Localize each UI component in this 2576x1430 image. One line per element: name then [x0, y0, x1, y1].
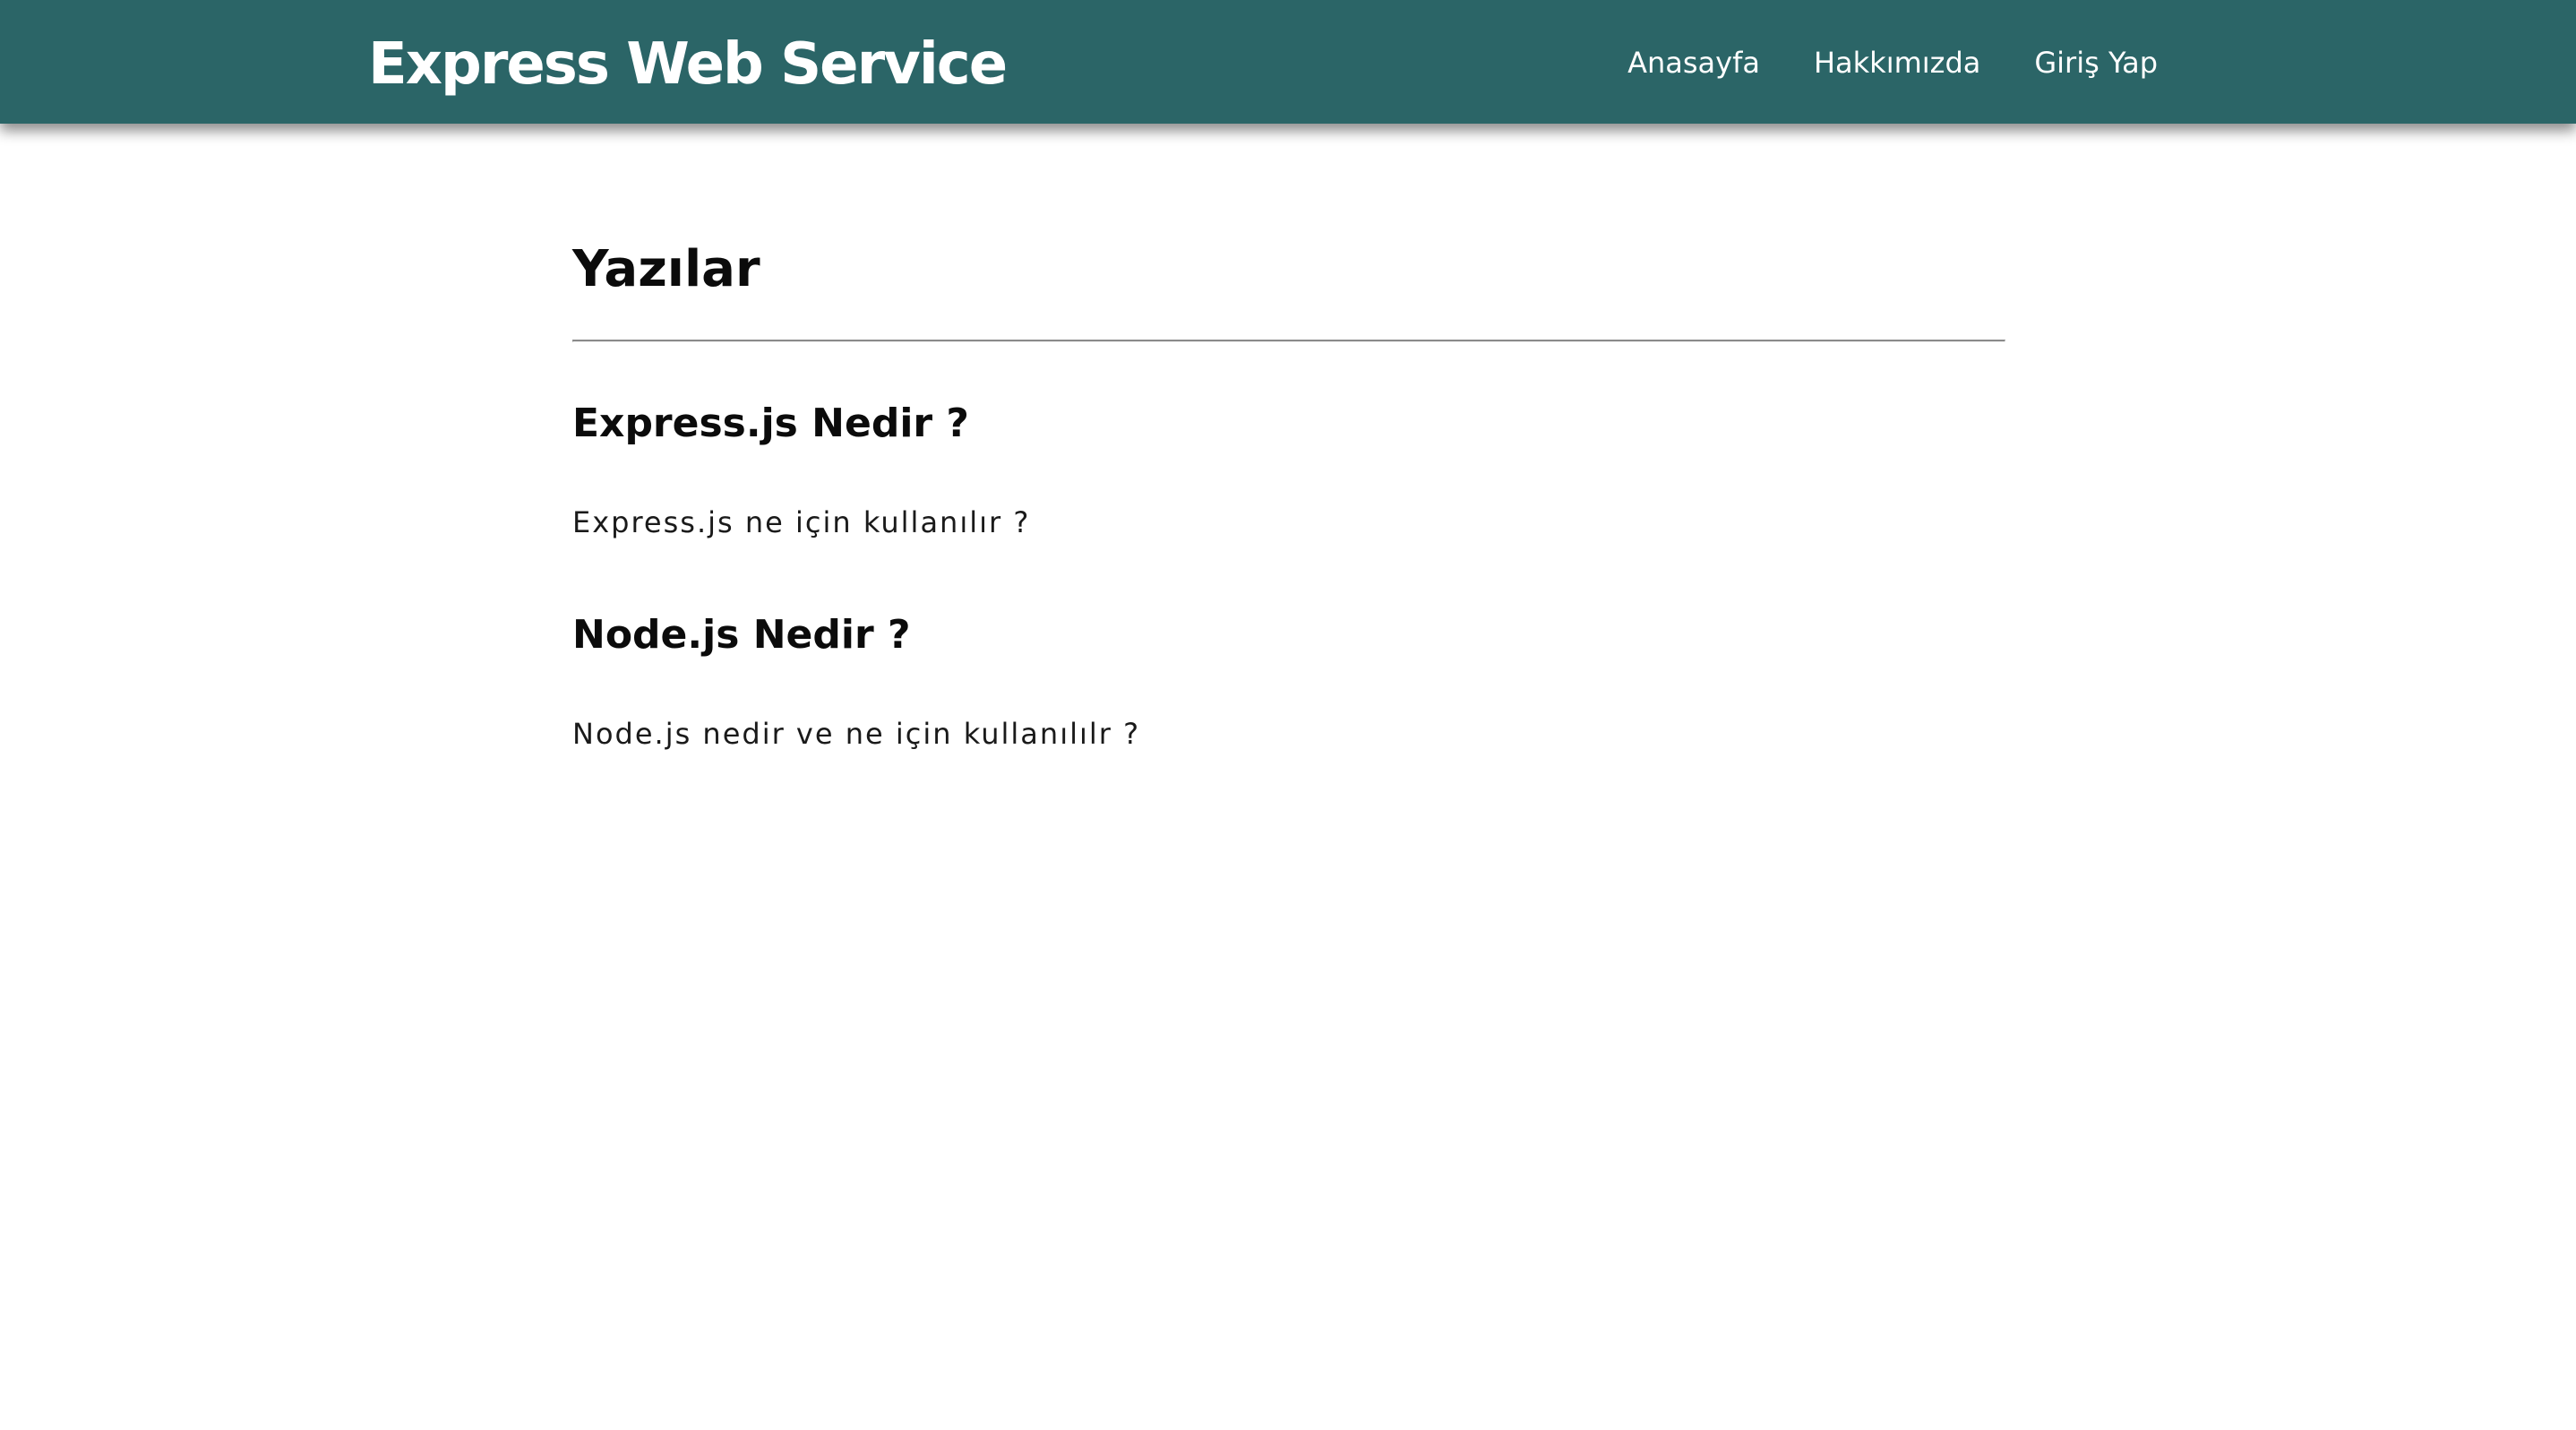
- post-item: Express.js Nedir ? Express.js ne için ku…: [572, 398, 2005, 541]
- title-divider: [572, 340, 2005, 342]
- nav-link-login[interactable]: Giriş Yap: [2034, 39, 2158, 86]
- post-title[interactable]: Node.js Nedir ?: [572, 609, 2005, 661]
- post-title[interactable]: Express.js Nedir ?: [572, 398, 2005, 450]
- nav-link-home[interactable]: Anasayfa: [1627, 39, 1760, 86]
- top-navbar: Express Web Service Anasayfa Hakkımızda …: [0, 0, 2576, 124]
- post-description: Node.js nedir ve ne için kullanılılr ?: [572, 717, 1141, 751]
- page-title: Yazılar: [572, 240, 760, 298]
- main-nav: Anasayfa Hakkımızda Giriş Yap: [1627, 39, 2158, 86]
- brand-logo-link[interactable]: Express Web Service: [368, 30, 1008, 99]
- post-item: Node.js Nedir ? Node.js nedir ve ne için…: [572, 609, 2005, 753]
- post-description: Express.js ne için kullanılır ?: [572, 505, 1031, 539]
- nav-link-about[interactable]: Hakkımızda: [1814, 39, 1980, 86]
